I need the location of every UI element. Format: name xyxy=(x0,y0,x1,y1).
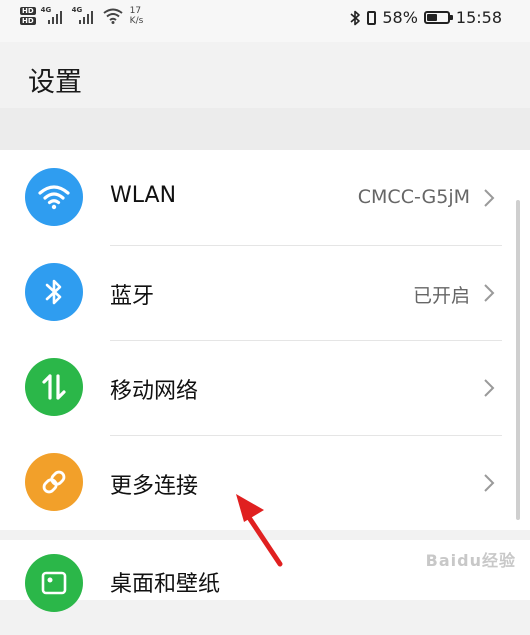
settings-item-label: 更多连接 xyxy=(110,474,199,499)
page-title: 设置 xyxy=(28,67,82,98)
settings-item-value: CMCC-G5jM xyxy=(357,186,470,208)
wifi-icon xyxy=(25,168,83,226)
network-speed: 17 K/s xyxy=(130,6,144,26)
status-right: 58% 15:58 xyxy=(349,8,502,27)
mobile-data-icon xyxy=(25,358,83,416)
signal-icon-2: 4G xyxy=(72,6,98,26)
settings-item-label: WLAN xyxy=(110,183,177,208)
watermark: Baidu经验 xyxy=(425,551,516,570)
settings-item-mobile-network[interactable]: 移动网络 xyxy=(0,341,530,436)
chevron-right-icon xyxy=(484,379,495,397)
settings-item-value: 已开启 xyxy=(412,285,470,307)
bluetooth-icon xyxy=(25,263,83,321)
bluetooth-status-icon xyxy=(350,10,361,25)
settings-item-label: 桌面和壁纸 xyxy=(110,572,221,597)
settings-item-label: 蓝牙 xyxy=(110,284,155,309)
settings-group-connections: WLAN CMCC-G5jM 蓝牙 已开启 移动网络 更多连接 xyxy=(0,150,530,530)
battery-percent: 58% xyxy=(382,8,418,27)
chevron-right-icon xyxy=(484,284,495,302)
vibrate-icon xyxy=(367,10,377,25)
chevron-right-icon xyxy=(484,474,495,492)
header-spacer xyxy=(0,108,530,150)
settings-item-label: 移动网络 xyxy=(110,379,199,404)
settings-item-bluetooth[interactable]: 蓝牙 已开启 xyxy=(0,246,530,341)
annotation-arrow xyxy=(236,494,283,567)
clock: 15:58 xyxy=(455,8,502,27)
hd-indicators: HD HD xyxy=(20,7,36,25)
wifi-status-icon xyxy=(103,8,123,24)
settings-item-wlan[interactable]: WLAN CMCC-G5jM xyxy=(0,150,530,245)
speed-unit: K/s xyxy=(129,16,144,26)
battery-icon xyxy=(423,11,453,24)
hd-badge-1: HD xyxy=(20,7,36,15)
status-bar: HD HD 4G 4G 17 K/s 58% 15:58 xyxy=(0,0,530,42)
chevron-right-icon xyxy=(484,189,495,207)
speed-value: 17 xyxy=(129,6,142,16)
link-icon xyxy=(25,453,83,511)
wallpaper-icon xyxy=(25,554,83,612)
signal-icon-1: 4G xyxy=(41,6,67,26)
status-left: HD HD 4G 4G 17 K/s xyxy=(20,6,143,26)
scrollbar[interactable] xyxy=(516,200,520,520)
hd-badge-2: HD xyxy=(20,17,36,25)
